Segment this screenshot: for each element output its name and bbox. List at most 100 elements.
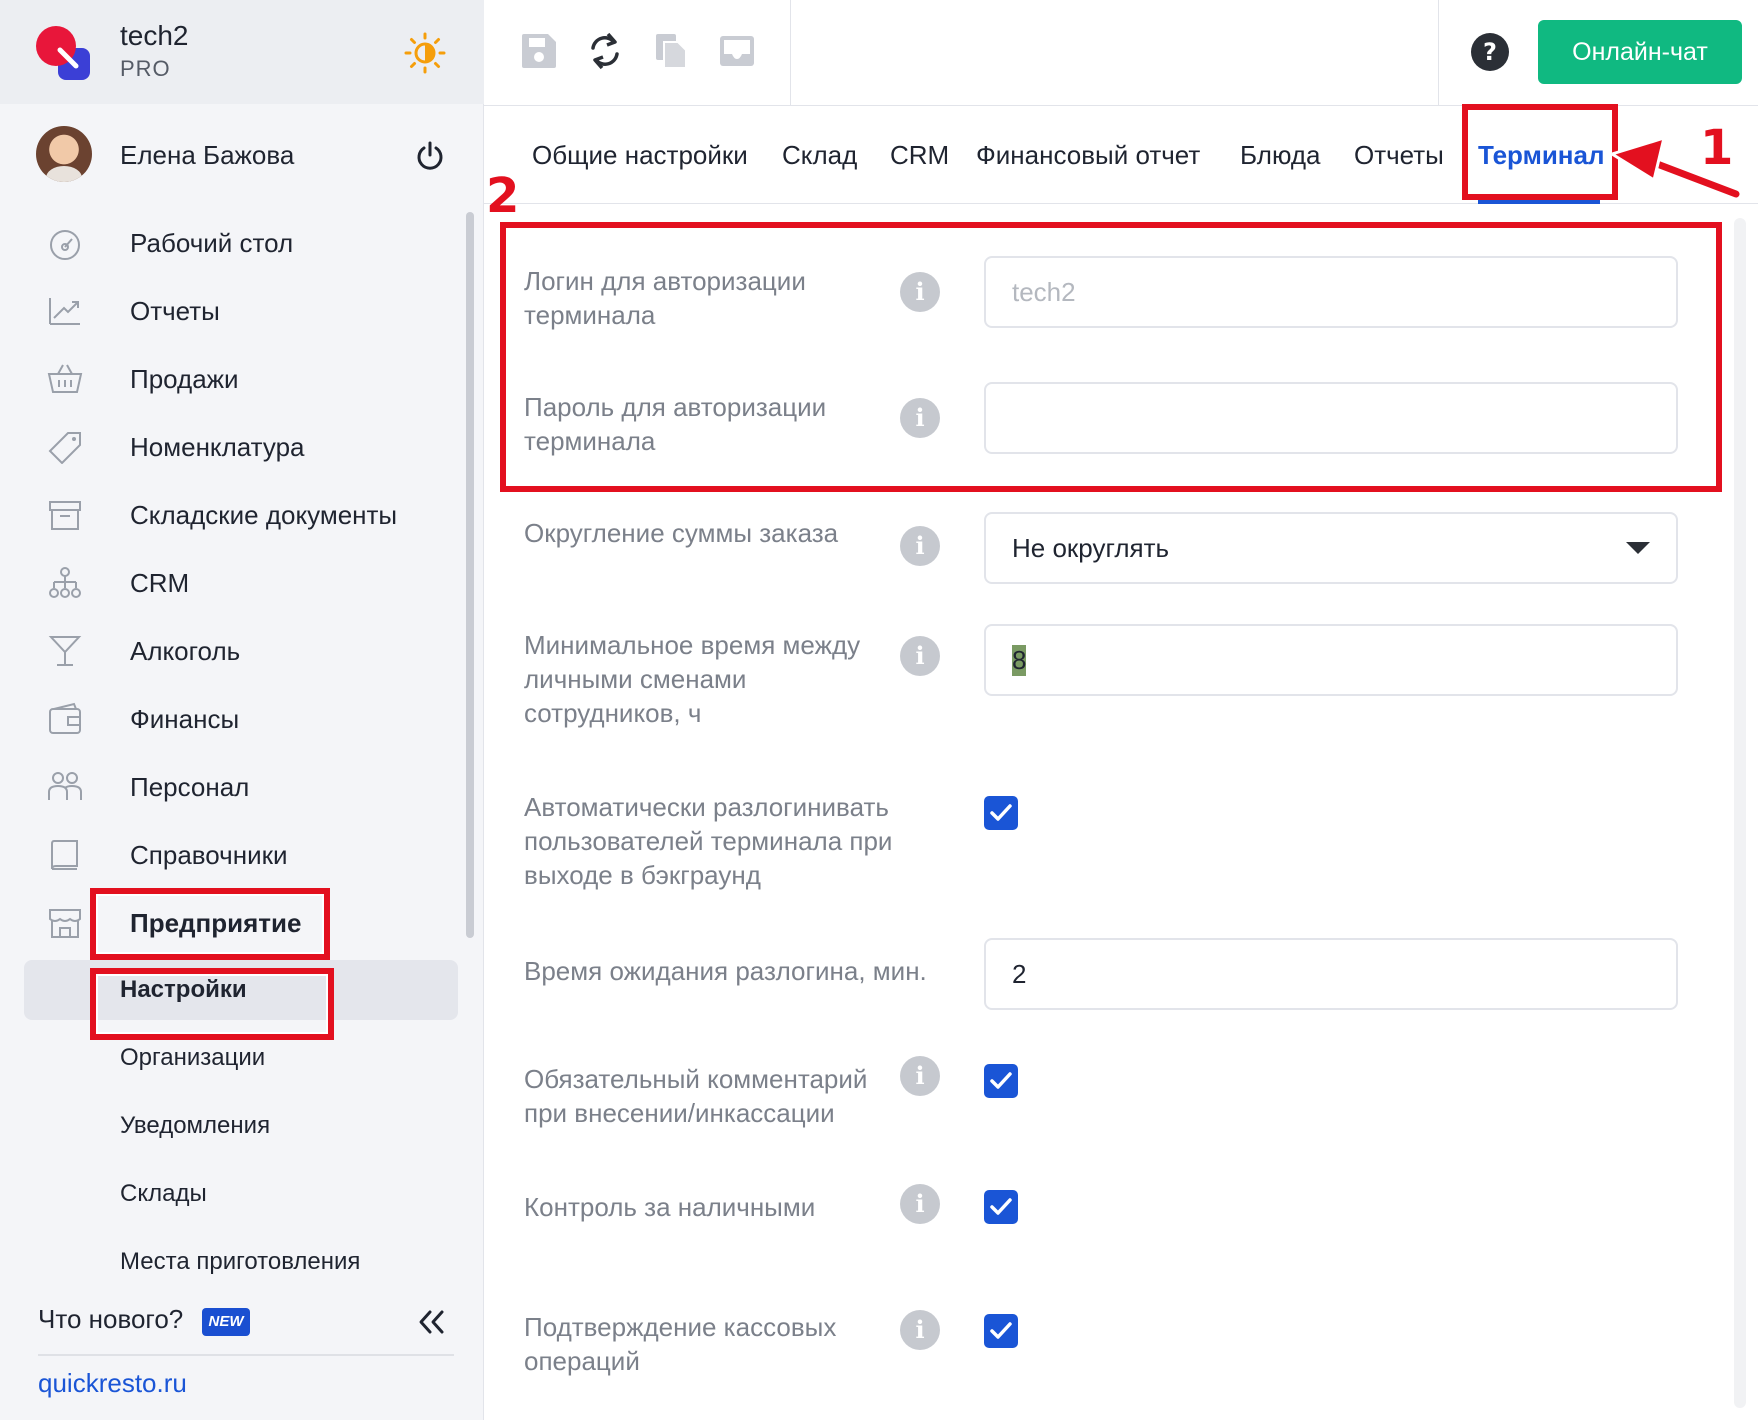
logout-wait-label: Время ожидания разлогина, мин. [524,956,927,986]
nav-item-staff[interactable]: Персонал [0,756,470,816]
collapse-sidebar-icon[interactable] [416,1308,446,1336]
cash-confirm-checkbox[interactable] [984,1314,1018,1348]
sun-icon[interactable] [404,32,446,74]
info-icon[interactable]: i [900,526,940,566]
toolbar-separator [790,0,791,106]
tab-general[interactable]: Общие настройки [532,140,748,171]
cash-control-checkbox[interactable] [984,1190,1018,1224]
basket-icon [47,364,83,393]
store-icon [49,909,81,938]
copy-icon[interactable] [650,30,692,72]
min-time-input[interactable]: 8 [984,624,1678,696]
comment-required-checkbox[interactable] [984,1064,1018,1098]
new-badge: NEW [202,1308,250,1336]
nav-label: Справочники [130,840,288,870]
sidebar-divider [38,1354,454,1356]
info-icon[interactable]: i [900,1184,940,1224]
save-icon[interactable] [518,30,560,72]
nav-item-warehouse-docs[interactable]: Складские документы [0,484,470,544]
login-input[interactable] [984,256,1678,328]
workspace-name: tech2 [120,20,189,51]
auto-logout-checkbox[interactable] [984,796,1018,830]
nav-sublabel: Уведомления [120,1112,271,1139]
logout-wait-input[interactable] [984,938,1678,1010]
content-scrollbar[interactable] [1734,218,1746,1408]
help-icon[interactable]: ? [1470,32,1510,72]
nav-subitem-notifications[interactable]: Уведомления [0,1096,470,1156]
min-time-value: 8 [1012,644,1027,676]
book-icon [51,840,78,870]
settings-tabs: Общие настройки Склад CRM Финансовый отч… [484,106,1758,204]
terminal-settings-form: Логин для авторизации терминала i Пароль… [484,204,1758,1420]
min-time-label: Минимальное время между личными сменами … [524,630,861,728]
nav-sublabel: Настройки [120,976,247,1003]
app-logo-icon[interactable] [36,26,92,82]
auto-logout-label: Автоматически разлогинивать пользователе… [524,792,893,890]
nav-label: Продажи [130,364,239,394]
info-icon[interactable]: i [900,1310,940,1350]
nav-label: Рабочий стол [130,228,294,258]
tab-financial-report[interactable]: Финансовый отчет [976,140,1200,171]
site-link[interactable]: quickresto.ru [38,1368,187,1399]
sidebar: tech2 PRO Елена Бажова Рабочий стол Отче… [0,0,484,1420]
tag-icon [48,432,81,464]
nav-item-enterprise[interactable]: Предприятие [0,892,470,952]
comment-required-label: Обязательный комментарий при внесении/ин… [524,1064,868,1128]
check-icon [990,1072,1012,1089]
check-icon [990,1322,1012,1339]
nav-sublabel: Склады [120,1180,207,1207]
rounding-selected-value: Не округлять [1012,532,1170,563]
password-label: Пароль для авторизации терминала [524,392,827,456]
nav-label: Складские документы [130,500,398,530]
toolbar-separator [1438,0,1439,106]
tab-reports[interactable]: Отчеты [1354,140,1444,171]
nav-label: Номенклатура [130,432,305,462]
nav-sublabel: Организации [120,1044,266,1071]
nav-label: Финансы [130,704,240,734]
top-toolbar: ? Онлайн-чат [484,0,1758,106]
power-icon[interactable] [414,140,446,172]
nav-item-sales[interactable]: Продажи [0,348,470,408]
user-profile: Елена Бажова [0,122,484,188]
nav-item-dashboard[interactable]: Рабочий стол [0,212,470,272]
tab-dishes[interactable]: Блюда [1240,140,1321,171]
nav-label: Отчеты [130,296,220,326]
tab-terminal[interactable]: Терминал [1478,140,1604,171]
tab-crm[interactable]: CRM [890,140,949,171]
wallet-icon [49,702,81,734]
avatar[interactable] [36,126,92,182]
check-icon [990,1198,1012,1215]
cash-confirm-label: Подтверждение кассовых операций [524,1312,837,1376]
nav-item-crm[interactable]: CRM [0,552,470,612]
info-icon[interactable]: i [900,1056,940,1096]
info-icon[interactable]: i [900,636,940,676]
online-chat-button[interactable]: Онлайн-чат [1538,20,1742,84]
tab-warehouse[interactable]: Склад [782,140,857,171]
nav-item-nomenclature[interactable]: Номенклатура [0,416,470,476]
user-name: Елена Бажова [120,140,295,170]
nav-subitem-organizations[interactable]: Организации [0,1028,470,1088]
nav-label: Предприятие [130,908,302,938]
nav-subitem-settings[interactable]: Настройки [24,960,458,1020]
svg-text:?: ? [1483,38,1497,66]
people-icon [48,772,82,800]
rounding-select[interactable]: Не округлять [984,512,1678,584]
sidebar-scrollbar[interactable] [466,212,474,938]
inbox-icon[interactable] [716,30,758,72]
nav-item-directories[interactable]: Справочники [0,824,470,884]
info-icon[interactable]: i [900,272,940,312]
brand-header: tech2 PRO [0,0,484,104]
login-label: Логин для авторизации терминала [524,266,806,330]
nav-item-finance[interactable]: Финансы [0,688,470,748]
password-input[interactable] [984,382,1678,454]
refresh-icon[interactable] [584,30,626,72]
nav-item-alcohol[interactable]: Алкоголь [0,620,470,680]
annotation-number-2: 2 [486,168,520,224]
chevron-down-icon [1626,542,1650,554]
whats-new-link[interactable]: Что нового? [38,1304,183,1335]
nav-subitem-cooking-places[interactable]: Места приготовления [0,1232,470,1292]
info-icon[interactable]: i [900,398,940,438]
nav-subitem-warehouses[interactable]: Склады [0,1164,470,1224]
plan-label: PRO [120,56,171,81]
nav-item-reports[interactable]: Отчеты [0,280,470,340]
